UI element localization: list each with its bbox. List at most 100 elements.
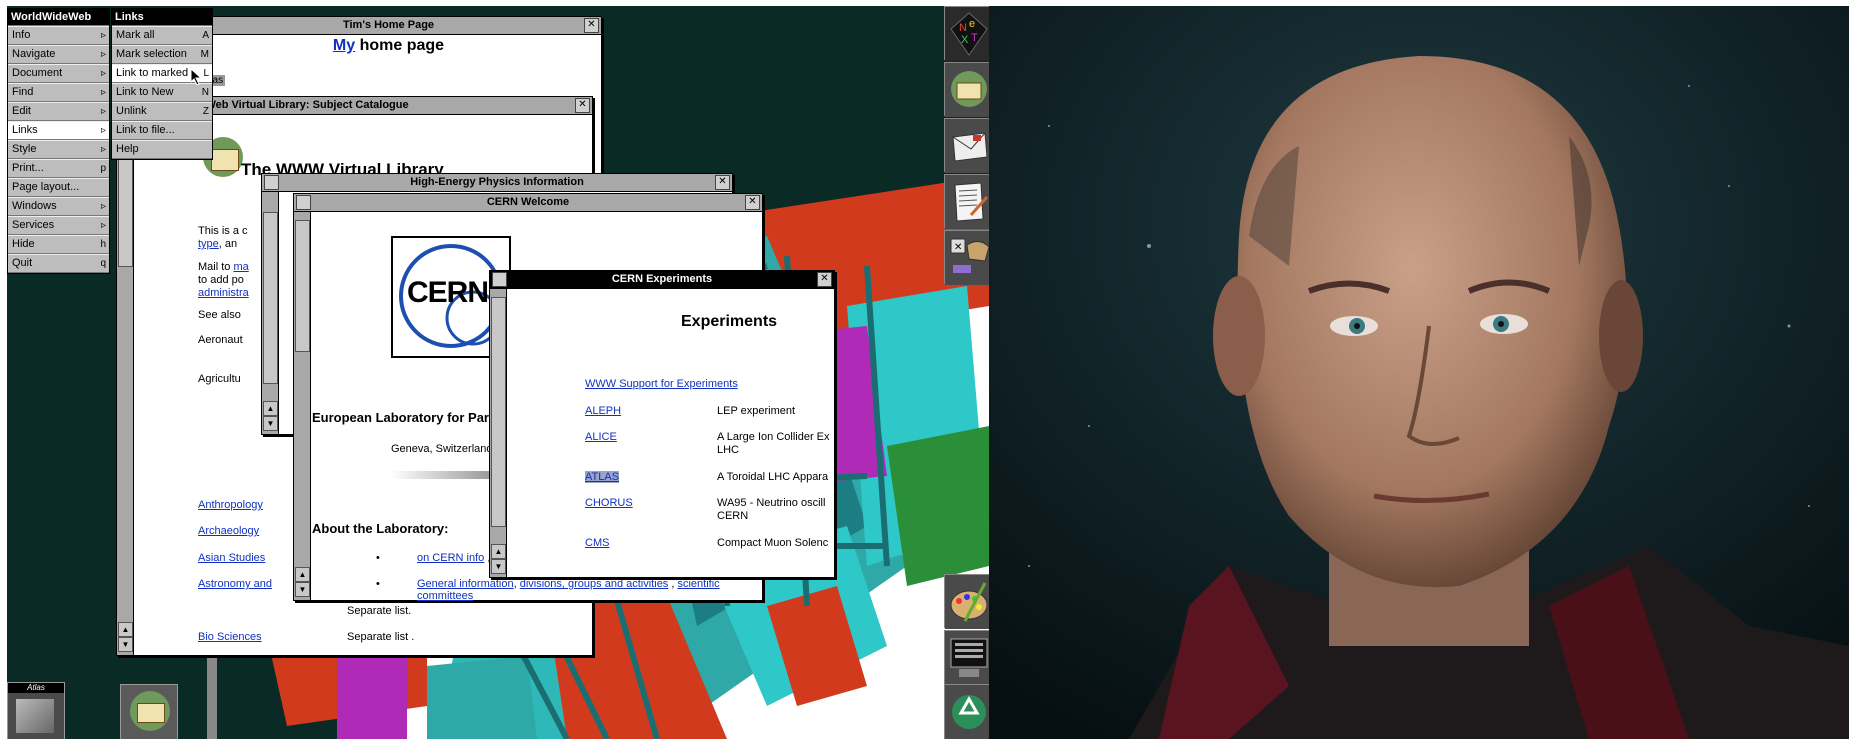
scroll-knob[interactable] xyxy=(118,155,133,267)
atlas-app-tile[interactable]: Atlas xyxy=(7,682,65,739)
title-bar[interactable]: CERN Welcome ✕ xyxy=(294,194,762,212)
menu-item-unlink[interactable]: Unlink Z xyxy=(112,102,212,121)
menu-item-page-layout[interactable]: Page layout... xyxy=(8,178,109,197)
mail-link[interactable]: ma xyxy=(233,261,248,273)
svg-text:✕: ✕ xyxy=(954,242,962,253)
shortcut-key: A xyxy=(202,30,209,41)
experiment-desc: WA95 - Neutrino oscill xyxy=(717,497,826,509)
miniaturize-icon[interactable] xyxy=(492,272,507,287)
subject-link[interactable]: Astronomy and xyxy=(198,578,272,590)
type-link[interactable]: type xyxy=(198,238,219,250)
title-bar[interactable]: High-Energy Physics Information ✕ xyxy=(262,174,732,192)
cern-experiments-window[interactable]: CERN Experiments ✕ ▲ ▼ Experiments WWW Sup… xyxy=(489,270,835,578)
experiment-link-alice[interactable]: ALICE xyxy=(585,431,617,443)
shortcut-key: N xyxy=(201,87,209,98)
experiment-desc-2: LHC xyxy=(717,444,740,456)
menu-item-label: Windows xyxy=(12,200,57,212)
menu-item-services[interactable]: Services ▹ xyxy=(8,216,109,235)
menu-item-quit[interactable]: Quit q xyxy=(8,254,109,273)
vertical-scrollbar[interactable]: ▲ ▼ xyxy=(490,289,507,577)
page-heading: My home page xyxy=(176,37,601,55)
experiment-desc: A Toroidal LHC Appara xyxy=(717,471,829,483)
vertical-scrollbar[interactable]: ▲ ▼ xyxy=(294,212,311,600)
menu-item-document[interactable]: Document ▹ xyxy=(8,64,109,83)
scroll-knob[interactable] xyxy=(491,297,506,527)
menu-item-links[interactable]: Links ▹ xyxy=(8,121,109,140)
subject-note: Separate list. xyxy=(347,605,412,617)
portrait-image xyxy=(989,6,1849,739)
subject-link[interactable]: Anthropology xyxy=(198,499,263,511)
scroll-down-arrow[interactable]: ▼ xyxy=(263,416,278,431)
menu-item-label: Link to file... xyxy=(116,124,175,136)
close-icon[interactable]: ✕ xyxy=(817,272,832,287)
menu-item-info[interactable]: Info ▹ xyxy=(8,26,109,45)
my-link[interactable]: My xyxy=(333,37,355,54)
menu-item-link-to-new[interactable]: Link to New N xyxy=(112,83,212,102)
scroll-up-arrow[interactable]: ▲ xyxy=(263,401,278,416)
see-also-text: See also xyxy=(198,309,241,321)
experiment-link-atlas[interactable]: ATLAS xyxy=(585,471,620,483)
menu-item-windows[interactable]: Windows ▹ xyxy=(8,197,109,216)
mail-line: Mail to ma xyxy=(198,261,249,273)
worldwideweb-dock-icon[interactable] xyxy=(944,62,993,117)
shortcut-key: L xyxy=(203,68,209,79)
menu-item-hide[interactable]: Hide h xyxy=(8,235,109,254)
menu-item-style[interactable]: Style ▹ xyxy=(8,140,109,159)
mail-dock-icon[interactable] xyxy=(944,118,993,173)
menu-item-mark-selection[interactable]: Mark selection M xyxy=(112,45,212,64)
portrait-photo xyxy=(989,6,1849,739)
title-bar[interactable]: Tim's Home Page ✕ xyxy=(176,17,601,35)
menu-item-navigate[interactable]: Navigate ▹ xyxy=(8,45,109,64)
menu-item-edit[interactable]: Edit ▹ xyxy=(8,102,109,121)
next-logo-icon[interactable]: NeXT xyxy=(944,6,993,61)
close-icon[interactable]: ✕ xyxy=(575,98,590,113)
menu-item-label: Print... xyxy=(12,162,44,174)
scroll-up-arrow[interactable]: ▲ xyxy=(295,567,310,582)
submenu-arrow-icon: ▹ xyxy=(100,30,106,41)
subject-link[interactable]: Asian Studies xyxy=(198,552,265,564)
subject-link[interactable]: Bio Sciences xyxy=(198,631,262,643)
scroll-down-arrow[interactable]: ▼ xyxy=(295,582,310,597)
experiment-link-aleph[interactable]: ALEPH xyxy=(585,405,621,417)
www-support-link[interactable]: WWW Support for Experiments xyxy=(585,378,738,390)
vertical-scrollbar[interactable]: ▲ ▼ xyxy=(117,115,134,655)
cern-info-line: on CERN info , xyxy=(417,552,490,564)
scientific-link[interactable]: scientific xyxy=(677,578,719,590)
scroll-down-arrow[interactable]: ▼ xyxy=(118,637,133,652)
miniaturize-icon[interactable] xyxy=(264,175,279,190)
scroll-up-arrow[interactable]: ▲ xyxy=(491,544,506,559)
close-icon[interactable]: ✕ xyxy=(715,175,730,190)
divisions-link[interactable]: divisions, groups and activities xyxy=(520,578,669,590)
experiment-link-chorus[interactable]: CHORUS xyxy=(585,497,633,509)
menu-item-help[interactable]: Help xyxy=(112,140,212,159)
experiment-link-cms[interactable]: CMS xyxy=(585,537,609,549)
close-icon[interactable]: ✕ xyxy=(584,18,599,33)
title-bar[interactable]: CERN Experiments ✕ xyxy=(490,271,834,289)
menu-item-link-to-file[interactable]: Link to file... xyxy=(112,121,212,140)
add-line: to add po xyxy=(198,274,244,286)
close-icon[interactable]: ✕ xyxy=(745,195,760,210)
scroll-knob[interactable] xyxy=(295,220,310,352)
paint-palette-dock-icon[interactable] xyxy=(944,574,993,629)
experiment-desc: LEP experiment xyxy=(717,405,796,417)
window-title: CERN Experiments xyxy=(611,273,713,285)
scroll-up-arrow[interactable]: ▲ xyxy=(118,622,133,637)
committees-link[interactable]: committees xyxy=(417,590,473,602)
librarian-dock-icon[interactable]: ✕ xyxy=(944,230,993,285)
worldwideweb-app-tile[interactable] xyxy=(120,684,178,739)
main-menu[interactable]: WorldWideWeb Info ▹ Navigate ▹ Document ▹ F… xyxy=(7,8,110,274)
text-edit-dock-icon[interactable] xyxy=(944,174,993,229)
subject-link[interactable]: Archaeology xyxy=(198,525,259,537)
general-info-link[interactable]: General information xyxy=(417,578,514,590)
scroll-knob[interactable] xyxy=(263,212,278,384)
recycler-dock-icon[interactable] xyxy=(944,684,993,739)
menu-item-mark-all[interactable]: Mark all A xyxy=(112,26,212,45)
menu-item-find[interactable]: Find ▹ xyxy=(8,83,109,102)
cern-info-link[interactable]: on CERN info xyxy=(417,552,484,564)
administrator-link[interactable]: administra xyxy=(198,287,249,299)
miniaturize-icon[interactable] xyxy=(296,195,311,210)
terminal-dock-icon[interactable] xyxy=(944,630,993,685)
scroll-down-arrow[interactable]: ▼ xyxy=(491,559,506,574)
vertical-scrollbar[interactable]: ▲ ▼ xyxy=(262,192,279,434)
menu-item-print[interactable]: Print... p xyxy=(8,159,109,178)
